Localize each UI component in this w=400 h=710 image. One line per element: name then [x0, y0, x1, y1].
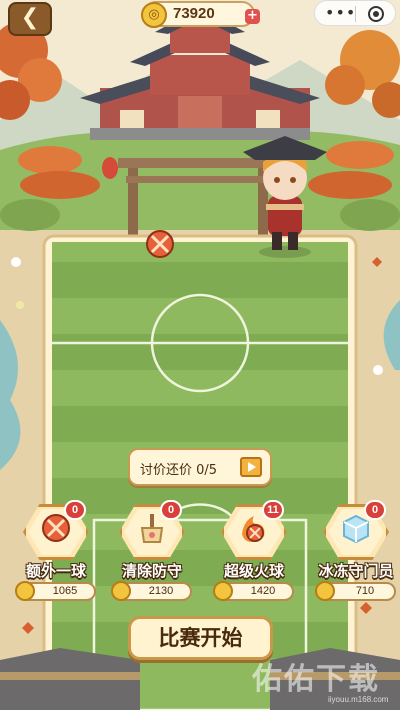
- item-price[interactable]: 710: [315, 581, 396, 601]
- coin-icon: [111, 581, 131, 601]
- add-coins-button[interactable]: +: [245, 9, 260, 24]
- coin-icon: ◎: [141, 2, 167, 28]
- coin-icon: [315, 581, 335, 601]
- more-menu-button[interactable]: •••: [325, 3, 356, 22]
- close-circle-icon[interactable]: [368, 6, 384, 22]
- item-name: 清除防守: [121, 562, 182, 580]
- item-clear-defense[interactable]: 0 清除防守 2130: [110, 500, 196, 601]
- price-value: 710: [355, 585, 375, 597]
- item-count-badge: 0: [364, 500, 386, 520]
- item-name: 冰冻守门员: [318, 562, 394, 580]
- coin-icon: [15, 581, 35, 601]
- item-count-badge: 0: [160, 500, 182, 520]
- price-value: 1065: [52, 585, 78, 597]
- item-name: 额外一球: [25, 562, 86, 580]
- red-lantern: [102, 157, 118, 179]
- capsule-divider: [355, 6, 356, 22]
- item-count-badge: 0: [64, 500, 86, 520]
- window-capsule: •••: [314, 0, 396, 26]
- item-extra-ball[interactable]: 0 额外一球 1065: [14, 500, 100, 601]
- item-freeze-goalkeeper[interactable]: 0 冰冻守门员 710: [314, 500, 400, 601]
- video-play-icon: [240, 457, 262, 477]
- game-scene: [0, 0, 400, 710]
- item-name: 超级火球: [223, 562, 284, 580]
- coin-amount: 73920: [173, 5, 215, 22]
- bargain-label: 讨价还价 0/5: [140, 463, 218, 478]
- item-price[interactable]: 1065: [15, 581, 96, 601]
- price-value: 2130: [148, 585, 174, 597]
- coin-balance: ◎ 73920 +: [141, 1, 260, 28]
- coin-icon: [213, 581, 233, 601]
- arrow-left-icon: ❮: [20, 5, 40, 30]
- item-price[interactable]: 2130: [111, 581, 192, 601]
- watermark-url: iiyouu.m168.com: [328, 695, 389, 704]
- item-count-badge: 11: [262, 500, 284, 520]
- item-super-fireball[interactable]: 11 超级火球 1420: [212, 500, 298, 601]
- price-value: 1420: [250, 585, 276, 597]
- back-button[interactable]: ❮: [8, 2, 52, 36]
- item-price[interactable]: 1420: [213, 581, 294, 601]
- ball: [146, 230, 174, 258]
- bargain-button[interactable]: 讨价还价 0/5: [128, 448, 272, 486]
